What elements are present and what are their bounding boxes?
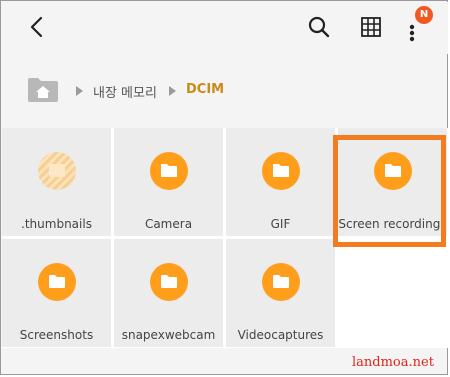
folder-icon [150,152,188,190]
folder-label: .thumbnails [21,217,92,231]
folder-tile-screen-recordings[interactable]: Screen recordings [338,128,447,236]
folder-label: snapexwebcam [121,328,216,342]
folder-label: Screen recordings [338,217,447,231]
folder-grid: .thumbnails Camera GIF Screen recordings [2,128,448,348]
folder-tile-videocaptures[interactable]: Videocaptures [226,239,335,347]
search-icon[interactable] [308,16,330,38]
folder-tile-camera[interactable]: Camera [114,128,223,236]
folder-icon [150,263,188,301]
top-app-bar: N [2,2,448,54]
thumbnails-folder-icon [38,152,76,190]
breadcrumb-separator-icon [76,86,83,96]
back-arrow-icon[interactable] [26,15,50,39]
notification-badge: N [415,6,433,24]
breadcrumb: 내장 메모리 DCIM [2,71,448,111]
breadcrumb-dcim[interactable]: DCIM [186,82,224,97]
folder-icon [374,152,412,190]
folder-tile-thumbnails[interactable]: .thumbnails [2,128,111,236]
folder-tile-screenshots[interactable]: Screenshots [2,239,111,347]
breadcrumb-separator-icon [169,86,176,96]
folder-label: GIF [270,217,291,231]
folder-tile-gif[interactable]: GIF [226,128,335,236]
folder-label: Screenshots [19,328,94,342]
folder-icon [38,263,76,301]
folder-icon [262,263,300,301]
home-folder-icon[interactable] [27,77,59,103]
grid-view-icon[interactable] [361,17,381,37]
file-browser-window: N 내장 메모리 DCIM .thumbnails Camera GIF Scr… [0,0,448,375]
breadcrumb-internal-storage[interactable]: 내장 메모리 [93,82,157,101]
folder-label: Camera [144,217,193,231]
folder-label: Videocaptures [237,328,324,342]
watermark: landmoa.net [352,355,434,370]
folder-tile-snapexwebcam[interactable]: snapexwebcam [114,239,223,347]
folder-icon [262,152,300,190]
